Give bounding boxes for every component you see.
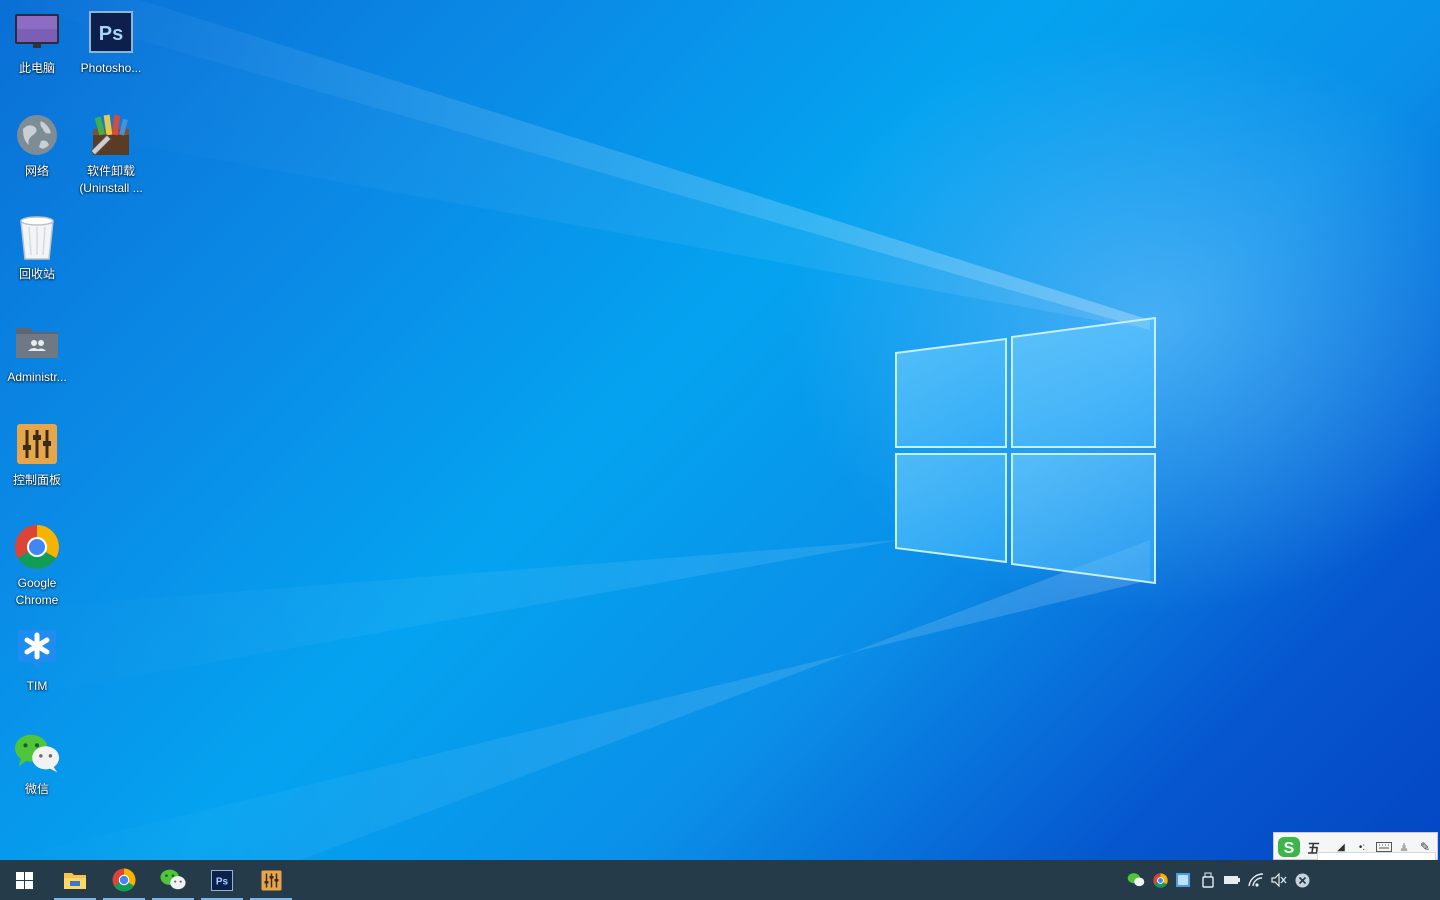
- user-folder-icon: [13, 317, 61, 365]
- svg-text:Ps: Ps: [99, 23, 123, 45]
- wechat-tray-icon[interactable]: [1126, 870, 1146, 890]
- battery-icon[interactable]: [1222, 870, 1242, 890]
- taskbar-wechat[interactable]: [152, 860, 194, 900]
- network-drive-icon[interactable]: [1173, 870, 1193, 890]
- taskbar-chrome[interactable]: [103, 860, 145, 900]
- control-panel-icon: [13, 420, 61, 468]
- taskbar-photoshop[interactable]: Ps: [201, 860, 243, 900]
- desktop-icon-administrator[interactable]: Administr...: [0, 317, 74, 386]
- wifi-icon[interactable]: [1246, 870, 1266, 890]
- desktop-icon-this-pc[interactable]: 此电脑: [0, 8, 74, 77]
- desktop[interactable]: 此电脑 Ps Photosho... 网络 软件卸载 (Uninstall ..…: [0, 0, 1440, 860]
- taskbar: Ps: [0, 860, 1440, 900]
- recycle-bin-icon: [13, 214, 61, 262]
- desktop-icon-google-chrome[interactable]: Google Chrome: [0, 523, 74, 609]
- wechat-icon: [160, 869, 186, 890]
- desktop-icon-recycle-bin[interactable]: 回收站: [0, 214, 74, 283]
- sogou-logo-icon[interactable]: S: [1276, 837, 1302, 857]
- svg-text:Ps: Ps: [216, 876, 229, 887]
- chrome-icon: [13, 523, 61, 571]
- uninstall-icon: [87, 111, 135, 159]
- control-panel-icon: [261, 870, 281, 890]
- chrome-tray-icon[interactable]: [1150, 870, 1170, 890]
- usb-icon[interactable]: [1198, 870, 1218, 890]
- desktop-icon-network[interactable]: 网络: [0, 111, 74, 180]
- windows-start-icon: [15, 871, 33, 889]
- windows-logo-wallpaper: [895, 316, 1156, 585]
- computer-icon: [13, 8, 61, 56]
- svg-text:S: S: [1284, 840, 1295, 857]
- close-circle-icon[interactable]: [1292, 870, 1312, 890]
- desktop-icon-wechat[interactable]: 微信: [0, 729, 74, 798]
- taskbar-control-panel[interactable]: [250, 860, 292, 900]
- wechat-icon: [13, 729, 61, 777]
- taskbar-file-explorer[interactable]: [54, 860, 96, 900]
- desktop-icon-tim[interactable]: TIM: [0, 626, 74, 695]
- mute-icon[interactable]: [1269, 870, 1289, 890]
- wallpaper-beams: [0, 0, 1150, 860]
- start-button[interactable]: [3, 860, 45, 900]
- network-icon: [13, 111, 61, 159]
- folder-icon: [64, 873, 86, 889]
- tim-icon: [13, 626, 61, 674]
- desktop-icon-photoshop[interactable]: Ps Photosho...: [74, 8, 148, 77]
- desktop-icon-control-panel[interactable]: 控制面板: [0, 420, 74, 489]
- desktop-icon-uninstall[interactable]: 软件卸载 (Uninstall ...: [74, 111, 148, 197]
- chrome-icon: [112, 868, 136, 892]
- photoshop-icon: Ps: [211, 869, 233, 891]
- photoshop-icon: Ps: [87, 8, 135, 56]
